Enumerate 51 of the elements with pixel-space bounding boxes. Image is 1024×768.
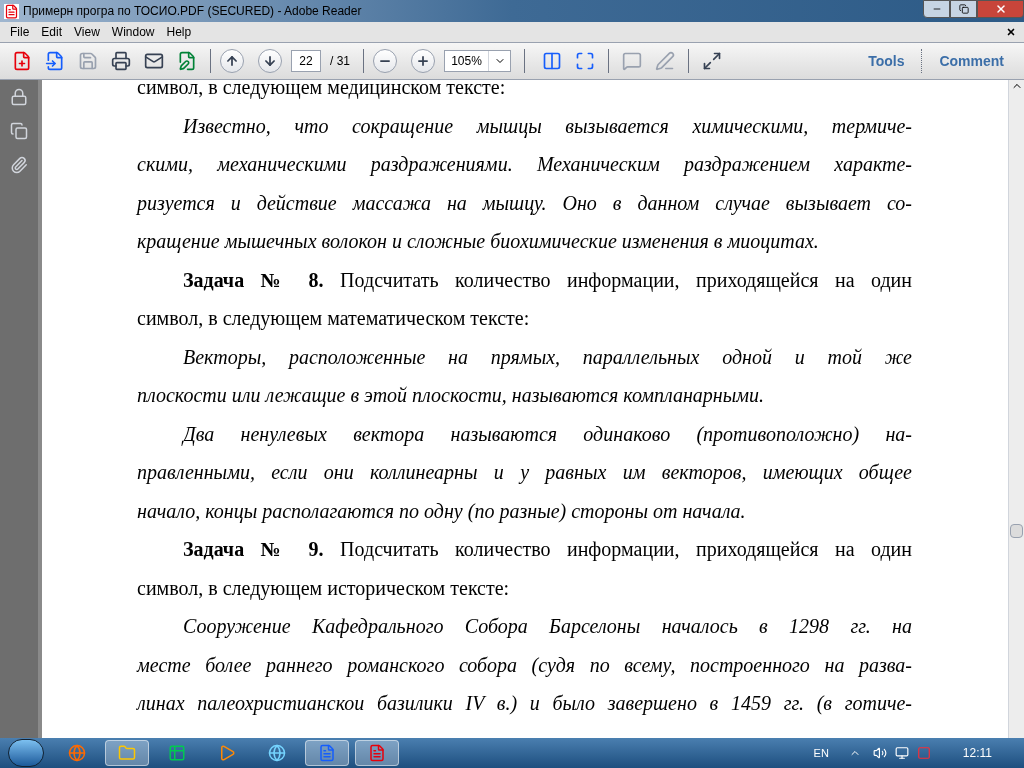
previous-page-button[interactable] (220, 49, 244, 73)
restore-icon (958, 4, 969, 14)
minimize-button[interactable] (923, 0, 950, 18)
taskbar-app-button[interactable] (355, 740, 399, 766)
zoom-in-button[interactable] (411, 49, 435, 73)
body-text: символ, в следующем медицинском тексте: (137, 80, 507, 101)
restore-button[interactable] (950, 0, 977, 18)
page-number-field[interactable]: 22 (291, 50, 321, 72)
taskbar-app-button[interactable] (105, 740, 149, 766)
close-button[interactable] (977, 0, 1024, 18)
globe-icon (268, 744, 286, 762)
menu-item[interactable]: Edit (35, 23, 69, 41)
menu-item[interactable]: View (68, 23, 106, 41)
pages-icon[interactable] (10, 122, 28, 140)
arrow-down-icon (263, 54, 277, 68)
menu-item[interactable]: File (4, 23, 36, 41)
paperclip-icon[interactable] (10, 156, 28, 174)
menu-item[interactable]: Window (105, 23, 161, 41)
comment-tab[interactable]: Comment (927, 50, 1016, 72)
zoom-out-button[interactable] (373, 49, 397, 73)
quoted-text: Известно, что сокращение мышцы вызывается химическими, термиче- скими, механическими раздражениями. Механическим раздражением характе- ризуется и действие массажа на мышцу. Оно в данном случае вызывает со- кращение мышечных волокон и сложные биохимические изменения в миоцитах. (137, 113, 912, 255)
menu-item[interactable]: Help (160, 23, 198, 41)
document-icon (318, 744, 336, 762)
quoted-text: Два ненулевых вектора называются одинаково (противоположно) на- правленными, если они коллинеарны и у равных им векторов, имеющих общее начало, концы располагаются по одну (по разные) стороны от начала. (137, 421, 912, 525)
plus-icon (416, 54, 430, 68)
language-indicator[interactable]: EN (813, 744, 829, 762)
task-paragraph: Задача № 8. Подсчитать количество информации, приходящейся на один символ, в следующем математическом тексте: (137, 267, 912, 332)
taskbar-app-button[interactable] (305, 740, 349, 766)
close-icon (994, 3, 1007, 15)
spreadsheet-icon (168, 744, 186, 762)
scrollbar-thumb[interactable] (1010, 524, 1023, 538)
speaker-icon[interactable] (872, 746, 887, 760)
task-paragraph: Задача № 9. Подсчитать количество информации, приходящейся на один символ, в следующем историческом тексте: (137, 537, 912, 602)
next-page-button[interactable] (258, 49, 282, 73)
globe-icon (68, 744, 86, 762)
lock-icon[interactable] (10, 88, 28, 106)
clock[interactable]: 12:11 (962, 744, 992, 762)
network-icon[interactable] (894, 746, 909, 760)
close-icon[interactable] (1006, 27, 1016, 37)
tools-tab[interactable]: Tools (856, 50, 917, 72)
folder-icon (118, 744, 136, 762)
document-icon (4, 3, 19, 19)
document-icon (368, 744, 386, 762)
zoom-dropdown[interactable]: 105% (444, 50, 511, 72)
quoted-text: Векторы, расположенные на прямых, параллельных одной и той же плоскости или лежащие в этой плоскости, называются компланарными. (137, 344, 912, 409)
scrollbar[interactable] (1008, 80, 1024, 738)
quoted-text: Сооружение Кафедрального Собора Барселоны началось в 1298 гг. на месте более раннего романского собора (судя по всему, построенного на разва- линах палеохристианскои базилики IV в.) и было завершено в 1459 гг. (в готиче- (137, 614, 912, 717)
play-icon (218, 744, 236, 762)
start-button[interactable] (8, 739, 44, 767)
window-title: Примерн програ по ТОСИО.PDF (SECURED) - Adobe Reader (23, 3, 362, 20)
page-count: / 31 (329, 53, 351, 70)
